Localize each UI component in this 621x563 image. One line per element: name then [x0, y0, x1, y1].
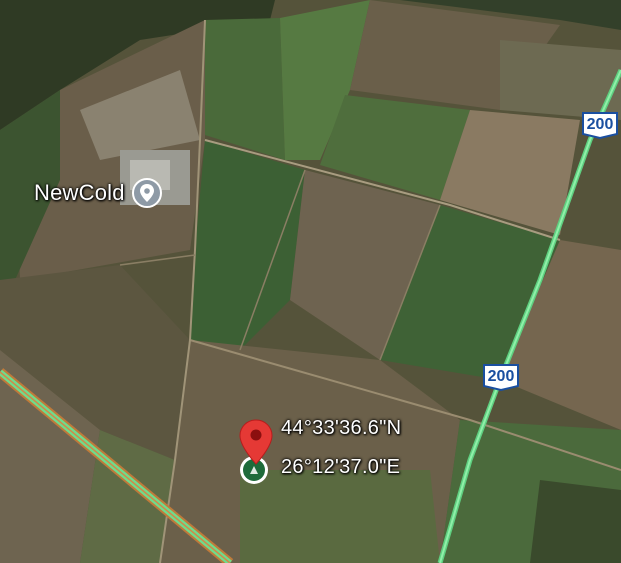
- route-number: 200: [586, 116, 614, 133]
- place-name: NewCold: [34, 180, 125, 205]
- location-pin-icon: [131, 178, 162, 208]
- route-number: 200: [487, 368, 515, 385]
- place-label-newcold[interactable]: NewCold: [34, 177, 163, 209]
- road-shield-200-middle[interactable]: 200: [481, 362, 521, 392]
- latitude-label: 44°33'36.6"N: [281, 417, 402, 439]
- road-shield-200-top[interactable]: 200: [580, 110, 620, 140]
- red-map-pin-icon[interactable]: [236, 418, 276, 466]
- longitude-label: 26°12'37.0"E: [281, 456, 401, 478]
- map-canvas[interactable]: NewCold 200 200 44°33'36.6"N 26°12'37.0"…: [0, 0, 621, 563]
